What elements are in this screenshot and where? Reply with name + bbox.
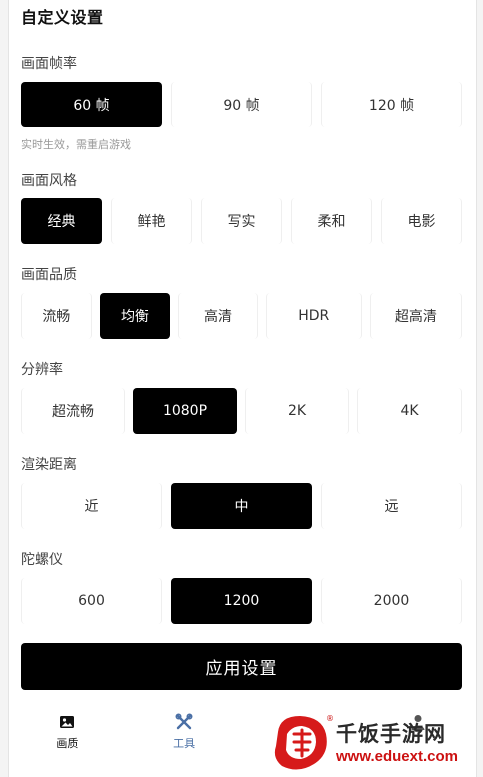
watermark-registered-mark: ® xyxy=(326,714,334,723)
option-ultra-hd[interactable]: 超高清 xyxy=(369,293,462,339)
section-label-resolution: 分辨率 xyxy=(21,362,63,378)
section-label-frame-rate: 画面帧率 xyxy=(21,56,77,72)
tab-label-quality: 画质 xyxy=(56,737,79,750)
option-smooth[interactable]: 流畅 xyxy=(21,293,92,339)
option-ultra-smooth[interactable]: 超流畅 xyxy=(21,388,125,434)
tab-label-tools: 工具 xyxy=(173,737,196,750)
option-4k[interactable]: 4K xyxy=(357,388,462,434)
watermark-logo-icon xyxy=(274,716,327,770)
option-hdr[interactable]: HDR xyxy=(265,293,362,339)
frame-rate-options: 60 帧 90 帧 120 帧 xyxy=(21,82,462,127)
render-distance-options: 近 中 远 xyxy=(21,483,462,529)
gyroscope-options: 600 1200 2000 xyxy=(21,578,462,624)
option-90fps[interactable]: 90 帧 xyxy=(171,82,312,127)
section-label-style: 画面风格 xyxy=(21,173,77,189)
left-window-edge xyxy=(0,0,9,777)
section-label-quality: 画面品质 xyxy=(21,267,77,283)
option-classic[interactable]: 经典 xyxy=(21,198,102,244)
option-2k[interactable]: 2K xyxy=(245,388,349,434)
image-icon xyxy=(60,716,75,728)
option-120fps[interactable]: 120 帧 xyxy=(321,82,462,127)
section-label-render-distance: 渲染距离 xyxy=(21,457,77,473)
option-near[interactable]: 近 xyxy=(21,483,162,529)
watermark-url: www.eduext.com xyxy=(336,748,458,765)
restart-hint: 实时生效，需重启游戏 xyxy=(21,138,131,151)
page-title: 自定义设置 xyxy=(21,8,104,27)
option-hd[interactable]: 高清 xyxy=(178,293,258,339)
option-far[interactable]: 远 xyxy=(321,483,462,529)
watermark-name: 千饭手游网 xyxy=(336,722,446,746)
apply-settings-button[interactable]: 应用设置 xyxy=(21,643,462,690)
option-realistic[interactable]: 写实 xyxy=(201,198,282,244)
option-balanced[interactable]: 均衡 xyxy=(99,293,171,339)
option-soft[interactable]: 柔和 xyxy=(291,198,372,244)
option-60fps[interactable]: 60 帧 xyxy=(21,82,162,127)
tools-icon xyxy=(175,713,193,730)
tab-tools[interactable]: 工具 xyxy=(126,705,243,755)
resolution-options: 超流畅 1080P 2K 4K xyxy=(21,388,462,434)
tab-quality[interactable]: 画质 xyxy=(9,705,126,755)
option-medium[interactable]: 中 xyxy=(171,483,312,529)
right-window-edge xyxy=(476,0,483,777)
style-options: 经典 鲜艳 写实 柔和 电影 xyxy=(21,198,462,244)
option-1200[interactable]: 1200 xyxy=(171,578,312,624)
section-label-gyroscope: 陀螺仪 xyxy=(21,552,63,568)
option-1080p[interactable]: 1080P xyxy=(133,388,237,434)
watermark: ® 千饭手游网 www.eduext.com xyxy=(270,710,476,777)
quality-options: 流畅 均衡 高清 HDR 超高清 xyxy=(21,293,462,339)
option-600[interactable]: 600 xyxy=(21,578,162,624)
option-cinema[interactable]: 电影 xyxy=(381,198,462,244)
option-2000[interactable]: 2000 xyxy=(321,578,462,624)
option-vivid[interactable]: 鲜艳 xyxy=(111,198,192,244)
